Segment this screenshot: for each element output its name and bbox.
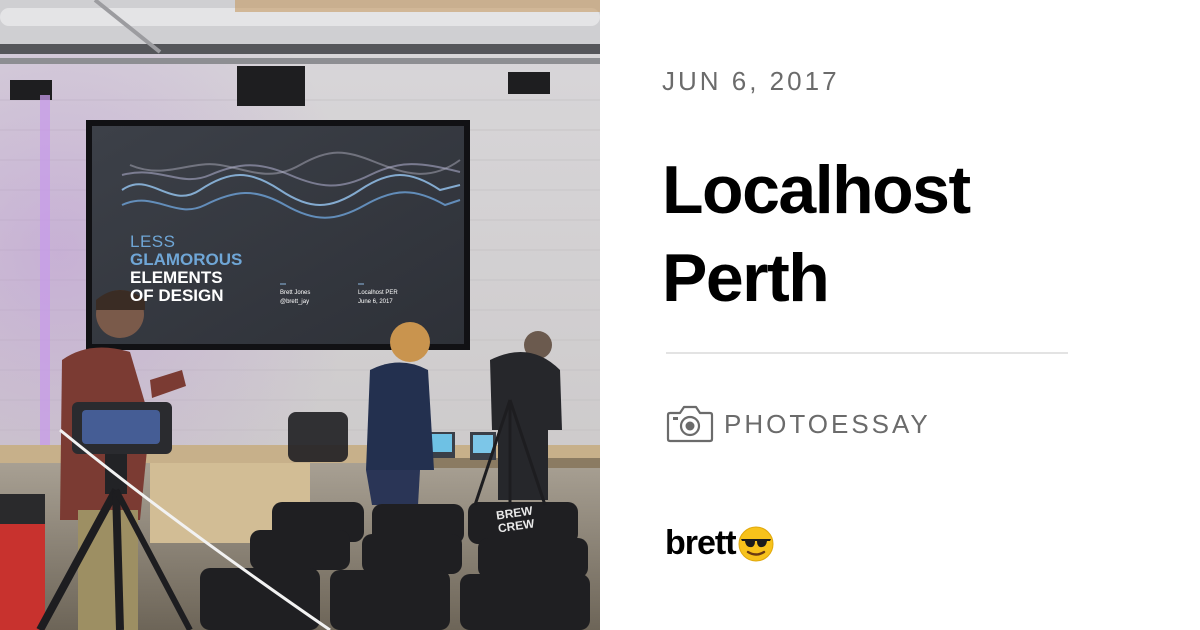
camera-icon bbox=[666, 405, 714, 443]
brand-name: brett bbox=[665, 524, 737, 562]
slide-event-name: Localhost PER bbox=[358, 290, 398, 296]
post-title-line-2: Perth bbox=[662, 240, 830, 316]
slide-title-line-2: GLAMOROUS bbox=[130, 250, 243, 269]
photo-scene bbox=[0, 0, 600, 630]
hero-photo: LESS GLAMOROUS ELEMENTS OF DESIGN Brett … bbox=[0, 0, 600, 630]
slide-speaker-name: Brett Jones bbox=[280, 290, 311, 296]
slide-title-line-1: LESS bbox=[130, 232, 176, 251]
divider bbox=[666, 352, 1068, 354]
shirt-print: BREW CREW bbox=[495, 504, 535, 536]
post-title[interactable]: Localhost Perth bbox=[662, 146, 1142, 322]
slide-event-date: June 6, 2017 bbox=[358, 299, 393, 305]
category-label: PHOTOESSAY bbox=[724, 408, 931, 439]
speaker-box bbox=[237, 66, 305, 106]
post-title-line-1: Localhost bbox=[662, 152, 971, 228]
slide-title-line-4: OF DESIGN bbox=[130, 286, 224, 305]
slide-title-line-3: ELEMENTS bbox=[130, 268, 223, 287]
post-date: JUN 6, 2017 bbox=[662, 66, 840, 96]
slide-speaker-handle: @brett_jay bbox=[280, 299, 310, 305]
sunglasses-emoji-icon bbox=[738, 526, 774, 561]
brand-logo[interactable]: brett bbox=[665, 524, 775, 563]
post-category[interactable]: PHOTOESSAY bbox=[666, 405, 931, 443]
